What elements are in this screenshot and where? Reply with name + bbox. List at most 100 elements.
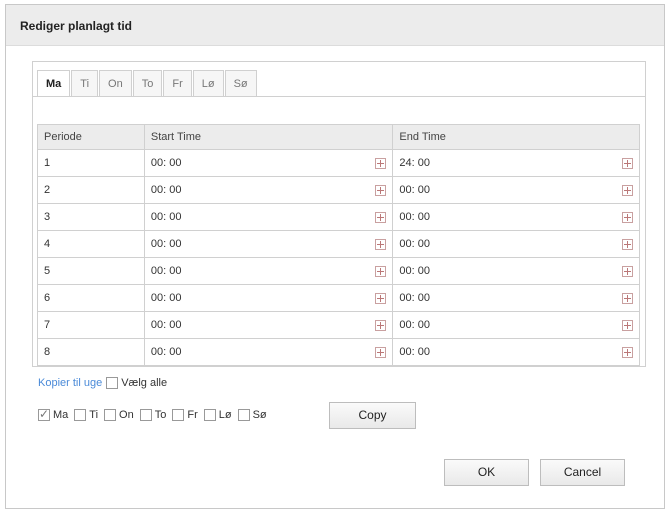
clock-icon[interactable] — [622, 292, 633, 304]
copy-day-option: To — [139, 409, 167, 421]
copy-day-option: Ti — [74, 409, 98, 421]
end-time-cell[interactable]: 00: 00 — [392, 284, 640, 312]
period-cell: 7 — [37, 311, 145, 339]
start-time-value[interactable]: 00: 00 — [151, 265, 182, 277]
day-checkbox-label: To — [154, 409, 167, 421]
column-header-start: Start Time — [143, 124, 394, 150]
end-time-value[interactable]: 00: 00 — [399, 346, 430, 358]
clock-icon[interactable] — [622, 319, 633, 331]
table-row: 5 00: 00 00: 00 — [37, 257, 640, 285]
clock-icon[interactable] — [375, 319, 387, 331]
end-time-value[interactable]: 00: 00 — [399, 265, 430, 277]
schedule-table: Periode Start Time End Time 1 00: 00 24: 0… — [37, 124, 640, 366]
start-time-cell[interactable]: 00: 00 — [143, 203, 394, 231]
start-time-cell[interactable]: 00: 00 — [143, 257, 394, 285]
schedule-dialog: Rediger planlagt tid Ma Ti On To Fr Lø S… — [5, 4, 665, 509]
clock-icon[interactable] — [622, 211, 633, 223]
copy-day-option: On — [104, 409, 134, 421]
end-time-cell[interactable]: 00: 00 — [392, 203, 640, 231]
clock-icon[interactable] — [375, 292, 387, 304]
end-time-value[interactable]: 00: 00 — [399, 238, 430, 250]
end-time-cell[interactable]: 00: 00 — [392, 230, 640, 258]
day-checkbox-label: Sø — [252, 409, 267, 421]
clock-icon[interactable] — [622, 265, 633, 277]
copy-to-week-link[interactable]: Kopier til uge — [38, 377, 102, 389]
tab-ti[interactable]: Ti — [71, 70, 99, 96]
period-cell: 8 — [37, 338, 145, 366]
select-all-checkbox[interactable] — [106, 377, 119, 389]
period-cell: 4 — [37, 230, 145, 258]
table-row: 1 00: 00 24: 00 — [37, 149, 640, 177]
table-row: 7 00: 00 00: 00 — [37, 311, 640, 339]
copy-to-week-row: Kopier til uge Vælg alle — [38, 377, 167, 389]
start-time-cell[interactable]: 00: 00 — [143, 176, 394, 204]
copy-day-option: Ma — [38, 407, 69, 421]
start-time-value[interactable]: 00: 00 — [151, 292, 182, 304]
clock-icon[interactable] — [622, 238, 633, 250]
period-cell: 3 — [37, 203, 145, 231]
day-checkbox[interactable] — [104, 409, 117, 421]
tab-fr[interactable]: Fr — [163, 70, 192, 96]
table-row: 4 00: 00 00: 00 — [37, 230, 640, 258]
tab-to[interactable]: To — [132, 70, 163, 96]
copy-day-option: Fr — [172, 409, 198, 421]
period-cell: 5 — [37, 257, 145, 285]
start-time-value[interactable]: 00: 00 — [151, 238, 182, 250]
day-checkbox[interactable] — [74, 409, 87, 421]
table-row: 6 00: 00 00: 00 — [37, 284, 640, 312]
end-time-cell[interactable]: 00: 00 — [392, 176, 640, 204]
day-checkbox[interactable] — [139, 409, 152, 421]
day-checkbox-label: Lø — [218, 409, 232, 421]
period-cell: 6 — [37, 284, 145, 312]
tab-so[interactable]: Sø — [224, 70, 257, 96]
start-time-value[interactable]: 00: 00 — [151, 319, 182, 331]
day-checkbox[interactable] — [38, 407, 50, 421]
clock-icon[interactable] — [375, 184, 387, 196]
start-time-cell[interactable]: 00: 00 — [143, 311, 394, 339]
copy-button[interactable]: Copy — [329, 402, 416, 429]
tab-on[interactable]: On — [99, 70, 132, 96]
table-header-row: Periode Start Time End Time — [37, 124, 640, 150]
clock-icon[interactable] — [375, 157, 387, 169]
column-header-end: End Time — [392, 124, 640, 150]
start-time-cell[interactable]: 00: 00 — [143, 230, 394, 258]
day-checkbox-label: Ma — [53, 409, 69, 421]
clock-icon[interactable] — [375, 211, 387, 223]
start-time-value[interactable]: 00: 00 — [151, 211, 182, 223]
table-row: 3 00: 00 00: 00 — [37, 203, 640, 231]
end-time-cell[interactable]: 00: 00 — [392, 338, 640, 366]
clock-icon[interactable] — [375, 346, 387, 358]
tab-lo[interactable]: Lø — [192, 70, 224, 96]
start-time-cell[interactable]: 00: 00 — [143, 338, 394, 366]
start-time-value[interactable]: 00: 00 — [151, 184, 182, 196]
end-time-cell[interactable]: 00: 00 — [392, 257, 640, 285]
tab-divider — [33, 96, 645, 97]
end-time-value[interactable]: 00: 00 — [399, 211, 430, 223]
day-tabs: Ma Ti On To Fr Lø Sø — [37, 70, 258, 97]
start-time-value[interactable]: 00: 00 — [151, 346, 182, 358]
cancel-button[interactable]: Cancel — [540, 459, 625, 486]
clock-icon[interactable] — [375, 265, 387, 277]
start-time-cell[interactable]: 00: 00 — [143, 284, 394, 312]
end-time-value[interactable]: 00: 00 — [399, 292, 430, 304]
table-row: 8 00: 00 00: 00 — [37, 338, 640, 366]
day-checkbox[interactable] — [237, 409, 250, 421]
day-checkbox[interactable] — [203, 409, 216, 421]
ok-button[interactable]: OK — [444, 459, 529, 486]
clock-icon[interactable] — [375, 238, 387, 250]
day-checkbox-label: Fr — [187, 409, 198, 421]
clock-icon[interactable] — [622, 157, 633, 169]
start-time-value[interactable]: 00: 00 — [151, 157, 182, 169]
start-time-cell[interactable]: 00: 00 — [143, 149, 394, 177]
tab-ma[interactable]: Ma — [37, 70, 71, 97]
end-time-cell[interactable]: 00: 00 — [392, 311, 640, 339]
clock-icon[interactable] — [622, 184, 633, 196]
end-time-value[interactable]: 00: 00 — [399, 319, 430, 331]
copy-days-row: Ma Ti On To Fr Lø Sø — [38, 407, 273, 421]
day-checkbox[interactable] — [172, 409, 185, 421]
clock-icon[interactable] — [622, 346, 633, 358]
dialog-titlebar: Rediger planlagt tid — [6, 5, 664, 46]
end-time-value[interactable]: 00: 00 — [399, 184, 430, 196]
end-time-value[interactable]: 24: 00 — [399, 157, 430, 169]
end-time-cell[interactable]: 24: 00 — [392, 149, 640, 177]
